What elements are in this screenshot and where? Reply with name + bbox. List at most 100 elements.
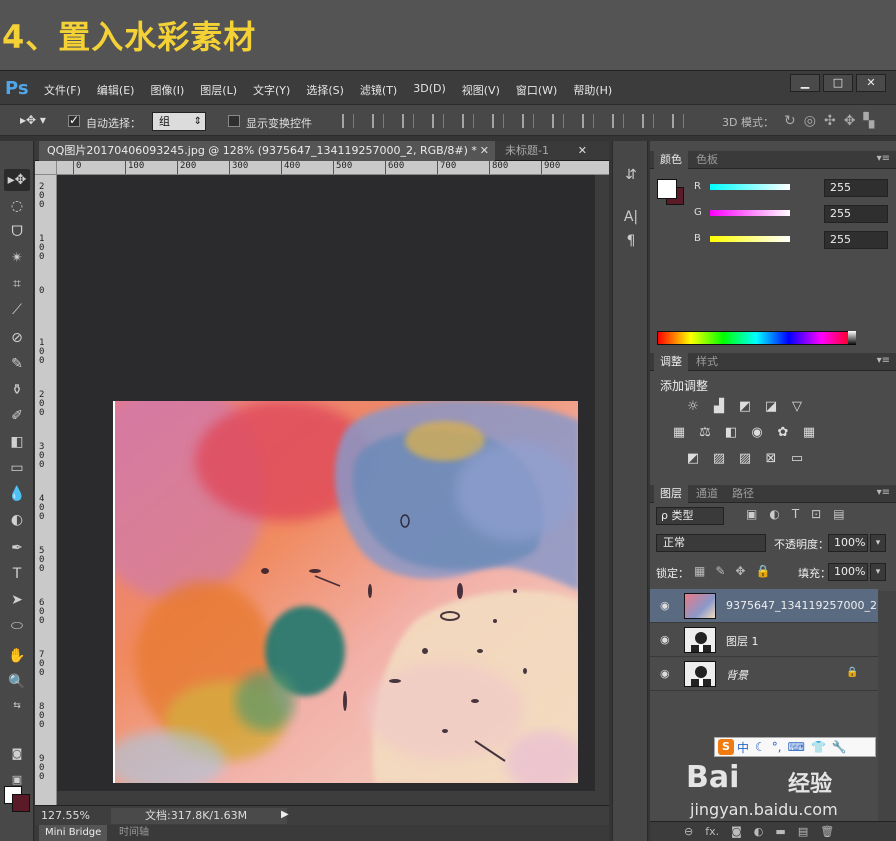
minimize-button[interactable]: ▁: [790, 74, 820, 92]
3d-rotate-icon[interactable]: ↻: [784, 113, 796, 129]
close-button[interactable]: ✕: [856, 74, 886, 92]
vertical-scrollbar[interactable]: [595, 175, 609, 805]
filter-pixel-icon[interactable]: ▣: [746, 507, 757, 521]
vibrance-icon[interactable]: ▽: [788, 399, 806, 415]
screen-mode-icon[interactable]: ▣: [4, 769, 30, 791]
filter-smart-icon[interactable]: ▤: [833, 507, 844, 521]
paragraph-panel-icon[interactable]: ¶: [621, 233, 641, 253]
r-value[interactable]: 255: [824, 179, 888, 197]
menu-item[interactable]: 图像(I): [150, 82, 184, 98]
lasso-tool-icon[interactable]: ᗜ: [4, 221, 30, 243]
3d-scale-icon[interactable]: ▚: [863, 113, 874, 129]
fill-dropdown-icon[interactable]: ▾: [870, 563, 886, 581]
3d-slide-icon[interactable]: ✥: [844, 113, 856, 129]
history-panel-icon[interactable]: ⇵: [621, 167, 641, 187]
menu-item[interactable]: 文字(Y): [253, 82, 290, 98]
eraser-tool-icon[interactable]: ◧: [4, 431, 30, 453]
align-vcenter-icon[interactable]: [372, 114, 384, 128]
eye-icon[interactable]: ◉: [660, 667, 670, 680]
swap-colors-icon[interactable]: ⇆: [4, 695, 30, 717]
crop-tool-icon[interactable]: ⌗: [4, 273, 30, 295]
background-color-swatch[interactable]: [12, 794, 30, 812]
auto-select-dropdown[interactable]: 组: [152, 112, 206, 131]
eye-icon[interactable]: ◉: [660, 633, 670, 646]
maximize-button[interactable]: □: [823, 74, 853, 92]
lock-all-icon[interactable]: 🔒: [755, 564, 770, 578]
3d-roll-icon[interactable]: ◎: [804, 113, 816, 129]
show-transform-checkbox[interactable]: [228, 115, 240, 127]
eyedropper-icon[interactable]: ⟋: [4, 299, 30, 321]
menu-item[interactable]: 编辑(E): [97, 82, 135, 98]
distribute-bottom-icon[interactable]: [582, 114, 594, 128]
menu-item[interactable]: 帮助(H): [573, 82, 612, 98]
layer-filter-dropdown[interactable]: ρ 类型: [656, 507, 724, 525]
exposure-icon[interactable]: ◪: [762, 399, 780, 415]
distribute-left-icon[interactable]: [612, 114, 624, 128]
quick-mask-icon[interactable]: ◙: [4, 743, 30, 765]
slider-track-b[interactable]: [710, 236, 790, 242]
document-tab-inactive[interactable]: 未标题-1 ✕: [497, 141, 593, 161]
dodge-tool-icon[interactable]: ◐: [4, 509, 30, 531]
brightness-icon[interactable]: ☼: [684, 399, 702, 415]
fill-input[interactable]: 100%: [828, 563, 868, 581]
b-value[interactable]: 255: [824, 231, 888, 249]
distribute-hcenter-icon[interactable]: [642, 114, 654, 128]
lock-position-icon[interactable]: ✥: [735, 564, 745, 578]
move-tool-icon[interactable]: ▸✥: [4, 169, 30, 191]
gradient-map-icon[interactable]: ▭: [788, 451, 806, 467]
hue-saturation-icon[interactable]: ▦: [670, 425, 688, 441]
zoom-level[interactable]: 127.55%: [41, 809, 90, 822]
curves-icon[interactable]: ◩: [736, 399, 754, 415]
tab-layers[interactable]: 图层: [654, 485, 688, 503]
photo-filter-icon[interactable]: ◉: [748, 425, 766, 441]
slider-track-g[interactable]: [710, 210, 790, 216]
move-tool-icon[interactable]: ▸✥ ▾: [20, 113, 46, 127]
auto-align-icon[interactable]: [672, 114, 684, 128]
tab-close-icon[interactable]: ✕: [578, 141, 587, 161]
3d-pan-icon[interactable]: ✣: [824, 113, 836, 129]
watercolor-image[interactable]: [113, 401, 578, 783]
align-hcenter-icon[interactable]: [462, 114, 474, 128]
black-white-icon[interactable]: ◧: [722, 425, 740, 441]
lock-transparent-icon[interactable]: ▦: [694, 564, 705, 578]
layer-row[interactable]: ◉ 9375647_134119257000_2: [650, 589, 878, 623]
slider-track-r[interactable]: [710, 184, 790, 190]
blur-tool-icon[interactable]: 💧: [4, 483, 30, 505]
tab-timeline[interactable]: 时间轴: [113, 825, 155, 841]
menu-item[interactable]: 图层(L): [200, 82, 237, 98]
history-brush-icon[interactable]: ✐: [4, 405, 30, 427]
opacity-input[interactable]: 100%: [828, 534, 868, 552]
tab-adjustments[interactable]: 调整: [654, 353, 688, 371]
posterize-icon[interactable]: ▨: [710, 451, 728, 467]
status-menu-arrow-icon[interactable]: ▶: [281, 809, 289, 820]
spectrum-bw[interactable]: [848, 331, 856, 345]
magic-wand-icon[interactable]: ✴: [4, 247, 30, 269]
path-select-icon[interactable]: ➤: [4, 589, 30, 611]
menu-item[interactable]: 视图(V): [462, 82, 500, 98]
align-bottom-icon[interactable]: [402, 114, 414, 128]
gradient-tool-icon[interactable]: ▭: [4, 457, 30, 479]
channel-mixer-icon[interactable]: ✿: [774, 425, 792, 441]
layer-row[interactable]: ◉ 图层 1: [650, 623, 878, 657]
panel-menu-icon[interactable]: ▾≡: [877, 153, 890, 164]
tab-channels[interactable]: 通道: [690, 485, 724, 503]
fg-color-chip[interactable]: [657, 179, 677, 199]
healing-brush-icon[interactable]: ⊘: [4, 327, 30, 349]
brush-tool-icon[interactable]: ✎: [4, 353, 30, 375]
color-lookup-icon[interactable]: ▦: [800, 425, 818, 441]
panel-menu-icon[interactable]: ▾≡: [877, 487, 890, 498]
filter-shape-icon[interactable]: ⊡: [811, 507, 821, 521]
menu-item[interactable]: 3D(D): [413, 82, 446, 98]
marquee-tool-icon[interactable]: ◌: [4, 195, 30, 217]
layers-scrollbar[interactable]: [878, 591, 896, 821]
menu-item[interactable]: 窗口(W): [516, 82, 557, 98]
distribute-vcenter-icon[interactable]: [552, 114, 564, 128]
tab-close-icon[interactable]: ✕: [480, 141, 489, 161]
character-panel-icon[interactable]: A|: [621, 209, 641, 229]
align-left-icon[interactable]: [432, 114, 444, 128]
hand-tool-icon[interactable]: ✋: [4, 645, 30, 667]
document-info[interactable]: 文档:317.8K/1.63M: [111, 808, 287, 824]
invert-icon[interactable]: ◩: [684, 451, 702, 467]
menu-item[interactable]: 文件(F): [44, 82, 81, 98]
horizontal-scrollbar[interactable]: [57, 791, 595, 805]
